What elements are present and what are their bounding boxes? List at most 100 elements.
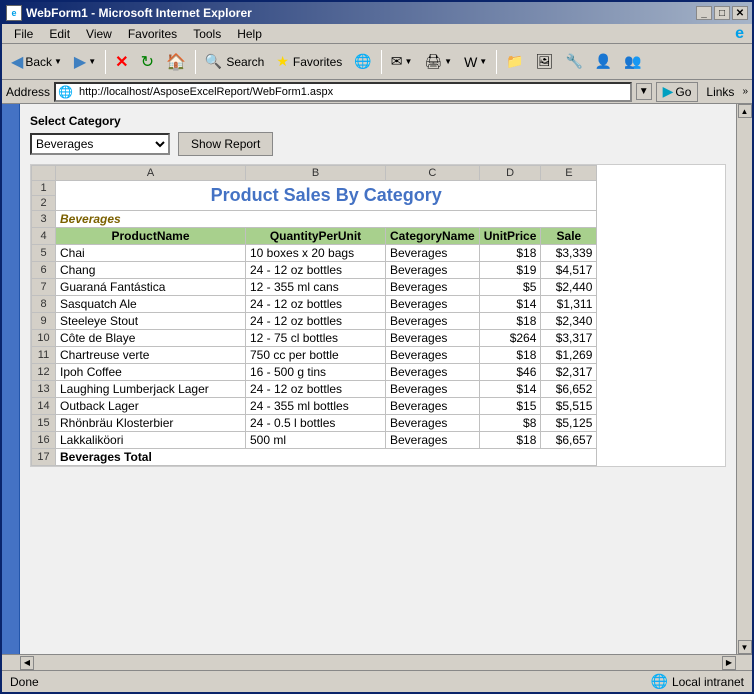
table-row: 8 Sasquatch Ale 24 - 12 oz bottles Bever… [32, 296, 597, 313]
scroll-right-button[interactable]: ▶ [722, 656, 736, 670]
toolbar-separator-3 [381, 50, 382, 74]
edit-button[interactable]: W ▼ [459, 48, 492, 76]
toolbar-separator-1 [105, 50, 106, 74]
left-sidebar [2, 104, 20, 654]
window-controls: _ □ ✕ [696, 6, 748, 20]
extra-btn-2[interactable]: 🖼 [531, 48, 559, 76]
refresh-button[interactable]: ↻ [136, 48, 159, 76]
spreadsheet-container: A B C D E 1 Pr [30, 164, 726, 467]
go-button[interactable]: ▶ Go [656, 82, 699, 102]
cell-qty-10: 24 - 0.5 l bottles [246, 415, 386, 432]
show-report-button[interactable]: Show Report [178, 132, 273, 156]
extra-btn-1[interactable]: 📁 [501, 48, 528, 76]
cell-sale-5: $3,317 [541, 330, 597, 347]
print-button[interactable]: 🖨 ▼ [419, 48, 457, 76]
zone-text: Local intranet [672, 675, 744, 689]
horizontal-scrollbar[interactable]: ◀ ▶ [2, 654, 752, 670]
cell-price-7: $46 [479, 364, 541, 381]
tool-icon: 🔧 [565, 53, 582, 70]
row-num-16: 16 [32, 432, 56, 449]
mail-icon: ✉ [391, 53, 403, 70]
address-dropdown-icon[interactable]: ▼ [636, 83, 652, 100]
person2-icon: 👥 [624, 53, 641, 70]
menu-file[interactable]: File [6, 25, 41, 43]
col-header-e: E [541, 166, 597, 181]
cell-qty-5: 12 - 75 cl bottles [246, 330, 386, 347]
address-page-icon: 🌐 [58, 85, 73, 99]
cell-sale-8: $6,652 [541, 381, 597, 398]
close-button[interactable]: ✕ [732, 6, 748, 20]
links-chevron-icon[interactable]: » [742, 86, 748, 97]
address-input[interactable] [75, 84, 628, 100]
forward-dropdown-icon: ▼ [88, 57, 96, 66]
edit-dropdown-icon: ▼ [479, 57, 487, 66]
cell-qty-3: 24 - 12 oz bottles [246, 296, 386, 313]
scroll-left-button[interactable]: ◀ [20, 656, 34, 670]
cell-cat-9: Beverages [386, 398, 480, 415]
extra-btn-5[interactable]: 👥 [619, 48, 646, 76]
home-button[interactable]: 🏠 [161, 48, 191, 76]
stop-button[interactable]: ✕ [110, 48, 133, 76]
favorites-button[interactable]: ★ Favorites [271, 48, 347, 76]
cell-qty-7: 16 - 500 g tins [246, 364, 386, 381]
mail-button[interactable]: ✉ ▼ [386, 48, 418, 76]
table-row: 11 Chartreuse verte 750 cc per bottle Be… [32, 347, 597, 364]
cell-price-4: $18 [479, 313, 541, 330]
table-row: 7 Guaraná Fantástica 12 - 355 ml cans Be… [32, 279, 597, 296]
cell-qty-4: 24 - 12 oz bottles [246, 313, 386, 330]
back-arrow-icon: ◀ [11, 52, 23, 72]
cell-qty-2: 12 - 355 ml cans [246, 279, 386, 296]
minimize-button[interactable]: _ [696, 6, 712, 20]
status-right: 🌐 Local intranet [651, 673, 744, 690]
folder-icon: 📁 [506, 53, 523, 70]
row-num-7: 7 [32, 279, 56, 296]
row-num-5: 5 [32, 245, 56, 262]
media-button[interactable]: 🌐 [349, 48, 376, 76]
extra-btn-3[interactable]: 🔧 [560, 48, 587, 76]
category-dropdown[interactable]: Beverages Condiments Confections Dairy P… [30, 133, 170, 155]
scroll-down-button[interactable]: ▼ [738, 640, 752, 654]
row-num-12: 12 [32, 364, 56, 381]
table-row: 16 Lakkaliköori 500 ml Beverages $18 $6,… [32, 432, 597, 449]
cell-cat-4: Beverages [386, 313, 480, 330]
address-label: Address [6, 85, 50, 99]
media-icon: 🌐 [354, 53, 371, 70]
search-label: Search [226, 55, 264, 69]
forward-button[interactable]: ▶ ▼ [69, 48, 101, 76]
table-row: 12 Ipoh Coffee 16 - 500 g tins Beverages… [32, 364, 597, 381]
menu-favorites[interactable]: Favorites [120, 25, 185, 43]
person-icon: 👤 [595, 53, 612, 70]
cell-cat-10: Beverages [386, 415, 480, 432]
address-bar: Address 🌐 ▼ ▶ Go Links » [2, 80, 752, 104]
search-button[interactable]: 🔍 Search [200, 48, 269, 76]
toolbar-separator-4 [496, 50, 497, 74]
cell-qty-0: 10 boxes x 20 bags [246, 245, 386, 262]
header-qty: QuantityPerUnit [246, 228, 386, 245]
header-price: UnitPrice [479, 228, 541, 245]
row-num-8: 8 [32, 296, 56, 313]
row-num-11: 11 [32, 347, 56, 364]
cell-sale-11: $6,657 [541, 432, 597, 449]
menu-help[interactable]: Help [229, 25, 270, 43]
content-area: Select Category Beverages Condiments Con… [2, 104, 752, 670]
links-button[interactable]: Links [702, 85, 738, 99]
home-icon: 🏠 [166, 52, 186, 72]
menu-tools[interactable]: Tools [185, 25, 229, 43]
status-bar: Done 🌐 Local intranet [2, 670, 752, 692]
forward-arrow-icon: ▶ [74, 52, 86, 72]
vertical-scrollbar[interactable]: ▲ ▼ [736, 104, 752, 654]
cell-product-2: Guaraná Fantástica [56, 279, 246, 296]
scroll-up-button[interactable]: ▲ [738, 104, 752, 118]
window-icon: e [6, 5, 22, 21]
refresh-icon: ↻ [141, 52, 154, 72]
category-header-row: 3 Beverages [32, 211, 597, 228]
form-label: Select Category [30, 114, 726, 128]
cell-sale-10: $5,125 [541, 415, 597, 432]
menu-edit[interactable]: Edit [41, 25, 78, 43]
extra-btn-4[interactable]: 👤 [590, 48, 617, 76]
maximize-button[interactable]: □ [714, 6, 730, 20]
menu-view[interactable]: View [78, 25, 120, 43]
col-header-c: C [386, 166, 480, 181]
cell-product-0: Chai [56, 245, 246, 262]
back-button[interactable]: ◀ Back ▼ [6, 48, 67, 76]
